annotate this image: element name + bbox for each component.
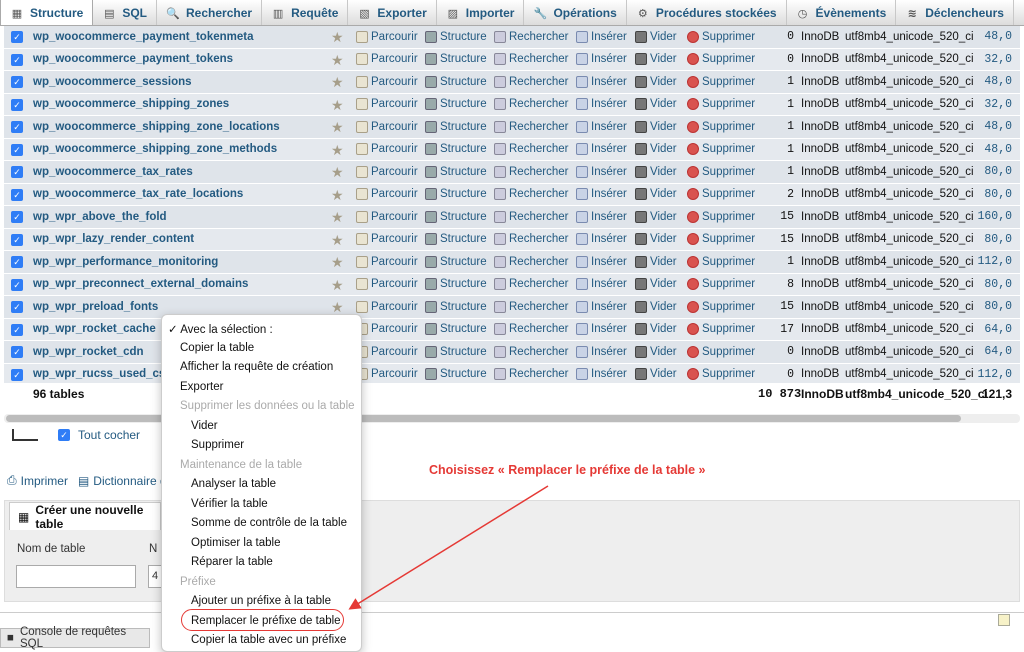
annotation-arrow — [348, 485, 549, 610]
